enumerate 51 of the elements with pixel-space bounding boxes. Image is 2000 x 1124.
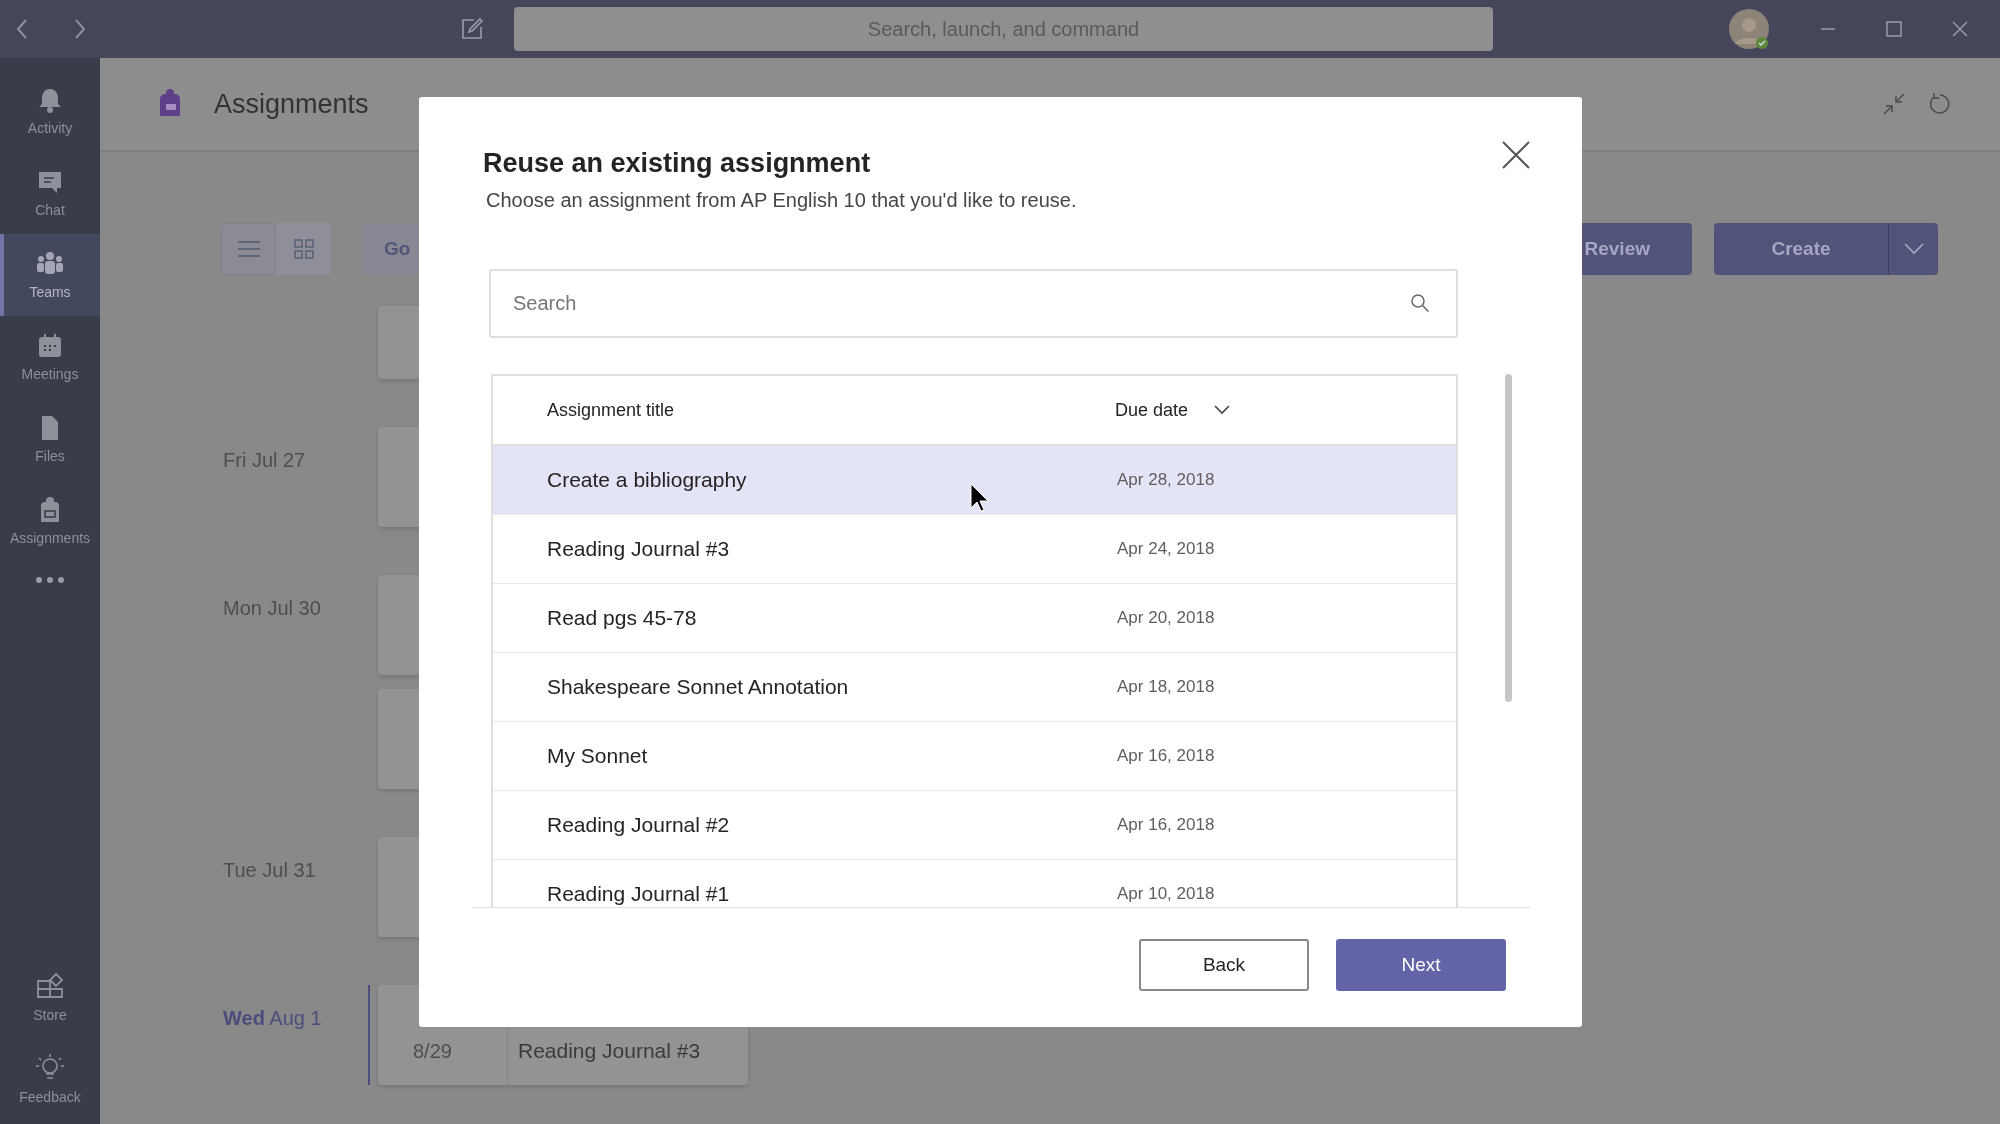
sidebar-item[interactable]: Store — [0, 956, 100, 1038]
table-row[interactable]: My Sonnet Apr 16, 2018 — [493, 722, 1456, 791]
next-button[interactable]: Next — [1336, 939, 1506, 991]
calendar-icon — [36, 332, 64, 360]
sidebar-item[interactable]: Teams — [0, 234, 100, 316]
avatar-icon[interactable] — [1728, 8, 1770, 50]
close-icon[interactable] — [1952, 21, 1968, 37]
store-icon — [35, 971, 65, 1001]
search-icon — [1410, 293, 1430, 313]
compose-icon[interactable] — [460, 17, 484, 41]
dialog-title: Reuse an existing assignment — [483, 147, 871, 179]
table-row[interactable]: Reading Journal #2 Apr 16, 2018 — [493, 791, 1456, 860]
date-label: Fri Jul 27 — [223, 449, 306, 471]
sidebar-item[interactable]: Chat — [0, 152, 100, 234]
create-dropdown-button[interactable] — [1888, 223, 1938, 275]
close-icon[interactable] — [1502, 141, 1530, 169]
table-row[interactable]: Reading Journal #1 Apr 10, 2018 — [493, 860, 1456, 907]
date-label: Tue Jul 31 — [223, 859, 316, 881]
grid-icon — [293, 239, 314, 259]
cursor-icon — [970, 483, 990, 513]
dialog-subtitle: Choose an assignment from AP English 10 that you'd like to reuse. — [486, 188, 1077, 213]
forward-icon[interactable] — [74, 19, 86, 39]
page-title: Assignments — [214, 88, 369, 120]
back-button[interactable]: Back — [1139, 939, 1309, 991]
date-label: Wed Aug 1 — [223, 1007, 322, 1029]
chevron-icon — [1903, 243, 1924, 255]
column-header[interactable]: Assignment title — [547, 399, 1115, 421]
sidebar-item[interactable]: Feedback — [0, 1038, 100, 1120]
column-header[interactable]: Due date — [1115, 399, 1189, 421]
collapse-icon[interactable] — [1882, 92, 1906, 116]
table-row[interactable]: Shakespeare Sonnet Annotation Apr 18, 2018 — [493, 653, 1456, 722]
maximize-icon[interactable] — [1886, 21, 1902, 37]
table-row[interactable]: Create a bibliography Apr 28, 2018 — [493, 446, 1456, 515]
sidebar-item[interactable]: Activity — [0, 70, 100, 152]
card-date: 8/29 — [413, 1040, 453, 1063]
list-icon — [237, 241, 260, 257]
sidebar-item[interactable]: Files — [0, 398, 100, 480]
table-row[interactable]: Reading Journal #3 Apr 24, 2018 — [493, 515, 1456, 584]
chevron-icon[interactable] — [1214, 405, 1231, 415]
table-row[interactable]: Read pgs 45-78 Apr 20, 2018 — [493, 584, 1456, 653]
back-icon[interactable] — [16, 19, 28, 39]
list-view-button[interactable] — [221, 223, 276, 275]
search-field[interactable]: Search — [489, 269, 1458, 338]
more-icon[interactable] — [35, 576, 65, 584]
refresh-icon[interactable] — [1928, 92, 1952, 116]
card-title: Reading Journal #3 — [518, 1039, 701, 1063]
create-button[interactable]: Create — [1714, 223, 1888, 275]
scrollbar[interactable] — [1505, 374, 1512, 702]
sidebar-item[interactable]: Meetings — [0, 316, 100, 398]
date-label: Mon Jul 30 — [223, 597, 321, 619]
sidebar-item[interactable]: Assignments — [0, 480, 100, 562]
